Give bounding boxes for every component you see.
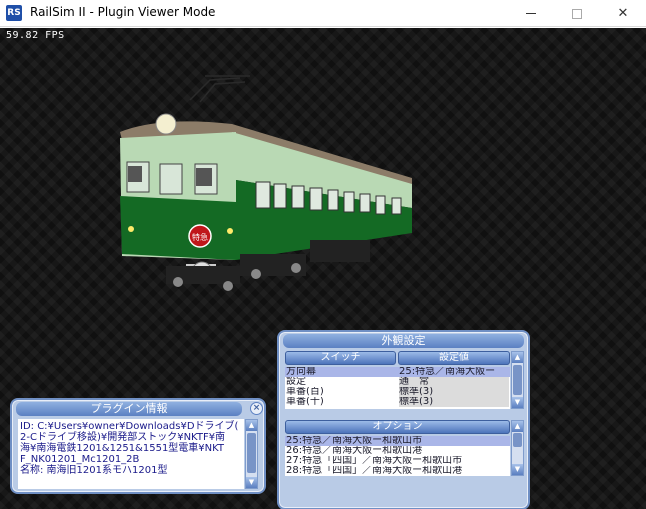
scrollbar-thumb[interactable] — [513, 365, 522, 395]
scrollbar-thumb[interactable] — [247, 433, 256, 473]
scroll-down-icon[interactable]: ▼ — [512, 397, 523, 408]
appearance-settings-panel: 外観設定 スイッチ 設定値 方向幕 25:特急／南海大阪ー 設定 通 常 車番(… — [277, 330, 530, 509]
list-item[interactable]: 方向幕 25:特急／南海大阪ー — [285, 367, 510, 377]
scroll-down-icon[interactable]: ▼ — [512, 464, 523, 475]
list-item[interactable]: 25:特急／南海大阪ー和歌山市 — [285, 436, 510, 446]
list-item[interactable]: 28:特急「四国」／南海大阪ー和歌山港 — [285, 466, 510, 476]
scroll-up-icon[interactable]: ▲ — [512, 352, 523, 363]
appearance-panel-title: 外観設定 — [283, 334, 524, 348]
switch-name: 設定 — [286, 377, 306, 387]
switch-name: 車番(百) — [286, 387, 324, 397]
options-list[interactable]: 25:特急／南海大阪ー和歌山市 26:特急／南海大阪ー和歌山港 27:特急「四国… — [285, 436, 510, 476]
switch-value-list[interactable]: 方向幕 25:特急／南海大阪ー 設定 通 常 車番(百) 標準(3) 車番(十)… — [285, 367, 510, 409]
list-item[interactable]: 車番(十) 標準(3) — [285, 397, 510, 407]
close-icon: ✕ — [617, 6, 629, 21]
option-label: 27:特急「四国」／南海大阪ー和歌山市 — [286, 456, 463, 466]
train-front-lower — [120, 196, 236, 260]
list-item[interactable]: 26:特急／南海大阪ー和歌山港 — [285, 446, 510, 456]
close-icon[interactable]: × — [250, 402, 263, 415]
headlight — [155, 113, 177, 135]
option-label: 28:特急「四国」／南海大阪ー和歌山港 — [286, 466, 463, 476]
switch-name: 車番(十) — [286, 397, 324, 407]
train-mark-text: 特急 — [192, 232, 208, 242]
switch-column-header[interactable]: スイッチ — [285, 351, 396, 365]
plugin-info-line: 名称: 南海旧1201系モハ1201型 — [20, 465, 168, 476]
plugin-info-scrollbar[interactable]: ▲ ▼ — [245, 419, 258, 489]
maximize-icon — [572, 8, 582, 19]
plugin-info-text: ID: C:¥Users¥owner¥Downloads¥Dドライブ( 2-Cド… — [18, 419, 244, 489]
list-item[interactable]: 車番(百) 標準(3) — [285, 387, 510, 397]
plugin-info-panel: プラグイン情報 × ID: C:¥Users¥owner¥Downloads¥D… — [10, 398, 266, 494]
window-title-bar: RS RailSim II - Plugin Viewer Mode ✕ — [0, 0, 646, 27]
scroll-up-icon[interactable]: ▲ — [512, 421, 523, 432]
options-header[interactable]: オプション — [285, 420, 510, 434]
switch-list-scrollbar[interactable]: ▲ ▼ — [511, 351, 524, 409]
switch-value: 標準(3) — [399, 397, 509, 407]
option-label: 26:特急／南海大阪ー和歌山港 — [286, 446, 423, 456]
plugin-info-line: 海¥南海電鉄1201&1251&1551型電車¥NKT — [20, 443, 225, 454]
switch-name: 方向幕 — [286, 367, 316, 377]
maximize-button[interactable] — [554, 0, 600, 27]
value-column-header[interactable]: 設定値 — [398, 351, 510, 365]
plugin-info-line: 2-Cドライブ移設)¥開発部ストック¥NKTF¥南 — [20, 432, 226, 443]
list-item[interactable]: 27:特急「四国」／南海大阪ー和歌山市 — [285, 456, 510, 466]
railsim-app-icon: RS — [6, 5, 22, 21]
scroll-up-icon[interactable]: ▲ — [246, 420, 257, 431]
pantograph — [189, 75, 250, 103]
switch-value: 25:特急／南海大阪ー — [399, 367, 496, 377]
minimize-icon — [526, 13, 536, 14]
close-button[interactable]: ✕ — [600, 0, 646, 27]
minimize-button[interactable] — [508, 0, 554, 27]
switch-value: 通 常 — [399, 377, 509, 387]
option-label: 25:特急／南海大阪ー和歌山市 — [286, 436, 423, 446]
scroll-down-icon[interactable]: ▼ — [246, 477, 257, 488]
options-list-scrollbar[interactable]: ▲ ▼ — [511, 420, 524, 476]
list-item[interactable]: 設定 通 常 — [285, 377, 510, 387]
switch-value: 標準(3) — [399, 387, 509, 397]
window-title: RailSim II - Plugin Viewer Mode — [30, 5, 216, 19]
scrollbar-thumb[interactable] — [513, 433, 522, 447]
plugin-info-line: ID: C:¥Users¥owner¥Downloads¥Dドライブ( — [20, 421, 239, 432]
plugin-info-line: F_NK01201_Mc1201_2B — [20, 454, 140, 465]
plugin-panel-title: プラグイン情報 — [16, 402, 242, 416]
